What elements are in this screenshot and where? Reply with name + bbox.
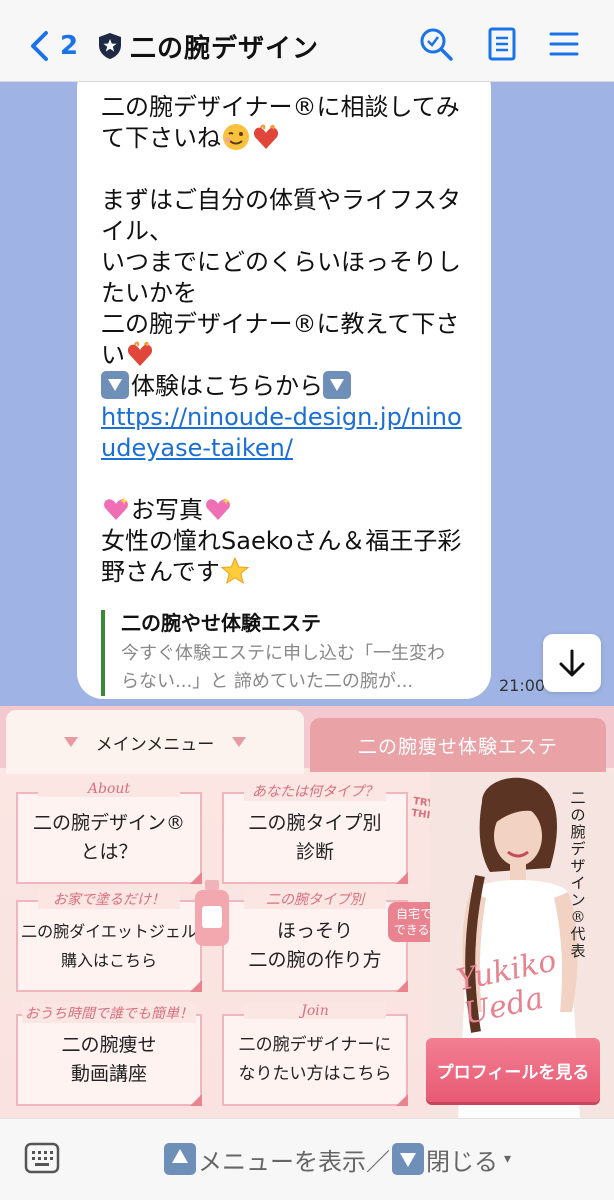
back-button[interactable]: 2 bbox=[28, 26, 78, 66]
tab-main-menu[interactable]: メインメニュー bbox=[6, 710, 304, 774]
corner-triangle-icon bbox=[190, 1094, 202, 1106]
star-emoji-icon bbox=[220, 557, 249, 585]
arrow-down-icon bbox=[392, 1143, 424, 1175]
arrow-down-icon bbox=[559, 649, 585, 677]
corner-triangle-icon bbox=[396, 980, 408, 992]
card-label: 二の腕デザイナーに なりたい方はこちら bbox=[238, 1035, 392, 1084]
sparkle-heart-emoji-icon bbox=[104, 497, 128, 520]
link-preview[interactable]: 二の腕やせ体験エステ 今すぐ体験エステに申し込む「一生変わらない...」と 諦め… bbox=[101, 610, 449, 696]
corner-triangle-icon bbox=[396, 872, 408, 884]
card-tag: おうち時間で誰でも簡単！ bbox=[22, 1003, 196, 1023]
chat-header: 2 二の腕デザイン bbox=[0, 0, 614, 82]
message-bubble: 二の腕デザイナー®に相談してみて下さいね まずはご自分の体質やライフスタイル、 … bbox=[77, 82, 491, 699]
profile-button[interactable]: プロフィールを見る bbox=[426, 1038, 600, 1102]
search-button[interactable] bbox=[418, 26, 454, 62]
arrow-up-icon bbox=[164, 1143, 196, 1175]
unread-count: 2 bbox=[60, 31, 79, 61]
corner-triangle-icon bbox=[190, 980, 202, 992]
card-tag: あなたは何タイプ？ bbox=[244, 781, 386, 801]
sparkle-heart-emoji-icon bbox=[206, 497, 230, 520]
menu-icon bbox=[549, 32, 579, 56]
corner-triangle-icon bbox=[396, 1094, 408, 1106]
gel-bottle-icon bbox=[195, 880, 229, 946]
card-become-designer[interactable]: Join 二の腕デザイナーに なりたい方はこちら bbox=[222, 1003, 408, 1106]
chat-title: 二の腕デザイン bbox=[130, 34, 320, 64]
menu-toggle-show-label: メニューを表示 bbox=[198, 1147, 366, 1176]
photo-caption: 女性の憧れSaekoさん＆福王子彩野さんです bbox=[101, 527, 462, 586]
card-label: 二の腕デザイン® とは？ bbox=[32, 812, 185, 863]
card-tag: About bbox=[38, 781, 180, 797]
menu-toggle-separator: ／ bbox=[366, 1147, 390, 1176]
triangle-down-icon bbox=[232, 737, 247, 747]
card-slim-arms-method[interactable]: 二の腕タイプ別 ほっそり 二の腕の作り方 bbox=[222, 889, 408, 992]
chat-area[interactable]: 二の腕デザイナー®に相談してみて下さいね まずはご自分の体質やライフスタイル、 … bbox=[0, 82, 614, 706]
card-tag: 二の腕タイプ別 bbox=[244, 889, 386, 909]
message-text: 二の腕デザイナー®に相談してみて下さいね まずはご自分の体質やライフスタイル、 … bbox=[101, 92, 471, 402]
fire-heart-emoji-icon bbox=[127, 341, 153, 366]
photo-text: お写真 女性の憧れSaekoさん＆福王子彩野さんです bbox=[101, 495, 471, 588]
message-paragraph: まずはご自分の体質やライフスタイル、 いつまでにどのくらいほっそりしたいかを 二… bbox=[101, 186, 461, 369]
chevron-left-icon bbox=[31, 31, 48, 61]
search-icon bbox=[420, 28, 453, 61]
card-video-course[interactable]: おうち時間で誰でも簡単！ 二の腕痩せ 動画講座 bbox=[16, 1003, 202, 1106]
rich-menu: メインメニュー 二の腕痩せ体験エステ About 二の腕デザイン® とは？ あな… bbox=[0, 706, 614, 1118]
caret-down-icon: ▾ bbox=[504, 1151, 512, 1167]
vertical-title: 二の腕デザイン®代表 bbox=[570, 789, 586, 960]
down-arrow-emoji-icon bbox=[101, 371, 129, 399]
note-icon bbox=[488, 27, 516, 61]
link-preview-description: 今すぐ体験エステに申し込む「一生変わらない...」と 諦めていた二の腕が... bbox=[121, 643, 445, 692]
tab-trial-esthetic-label: 二の腕痩せ体験エステ bbox=[357, 735, 558, 758]
message-line: 二の腕デザイナー®に相談してみて下さいね bbox=[101, 93, 460, 152]
keyboard-icon[interactable] bbox=[24, 1141, 60, 1175]
menu-toggle-close-label: 閉じる bbox=[426, 1147, 498, 1176]
triangle-down-icon bbox=[63, 737, 78, 747]
photo-heading: お写真 bbox=[131, 496, 203, 524]
fire-heart-emoji-icon bbox=[253, 124, 279, 149]
scroll-to-bottom-button[interactable] bbox=[543, 634, 601, 692]
tab-trial-esthetic[interactable]: 二の腕痩せ体験エステ bbox=[310, 718, 606, 772]
card-tag: Join bbox=[244, 1003, 386, 1019]
tab-main-menu-label: メインメニュー bbox=[95, 734, 215, 755]
message-timestamp: 21:00 bbox=[499, 676, 546, 695]
wink-emoji-icon bbox=[223, 124, 249, 150]
trial-link[interactable]: https://ninoude-design.jp/ninoudeyase-ta… bbox=[101, 402, 471, 464]
down-arrow-emoji-icon bbox=[323, 371, 351, 399]
notes-button[interactable] bbox=[484, 26, 520, 62]
menu-button[interactable] bbox=[546, 26, 582, 62]
card-label: 二の腕ダイエットジェル 購入はこちら bbox=[21, 922, 197, 970]
card-tag: お家で塗るだけ！ bbox=[38, 889, 180, 909]
bottom-bar: メニューを表示 ／ 閉じる ▾ bbox=[0, 1118, 614, 1200]
shield-star-icon bbox=[99, 33, 121, 59]
card-type-diagnosis[interactable]: あなたは何タイプ？ 二の腕タイプ別 診断 bbox=[222, 781, 408, 884]
card-label: 二の腕痩せ 動画講座 bbox=[61, 1034, 157, 1085]
link-preview-title: 二の腕やせ体験エステ bbox=[121, 611, 321, 635]
card-label: ほっそり 二の腕の作り方 bbox=[248, 920, 382, 971]
card-about[interactable]: About 二の腕デザイン® とは？ bbox=[16, 781, 202, 884]
card-label: 二の腕タイプ別 診断 bbox=[248, 812, 382, 863]
menu-toggle[interactable]: メニューを表示 ／ 閉じる ▾ bbox=[162, 1139, 511, 1179]
trial-text: 体験はこちらから bbox=[131, 372, 323, 400]
card-diet-gel[interactable]: お家で塗るだけ！ 二の腕ダイエットジェル 購入はこちら bbox=[16, 889, 202, 992]
